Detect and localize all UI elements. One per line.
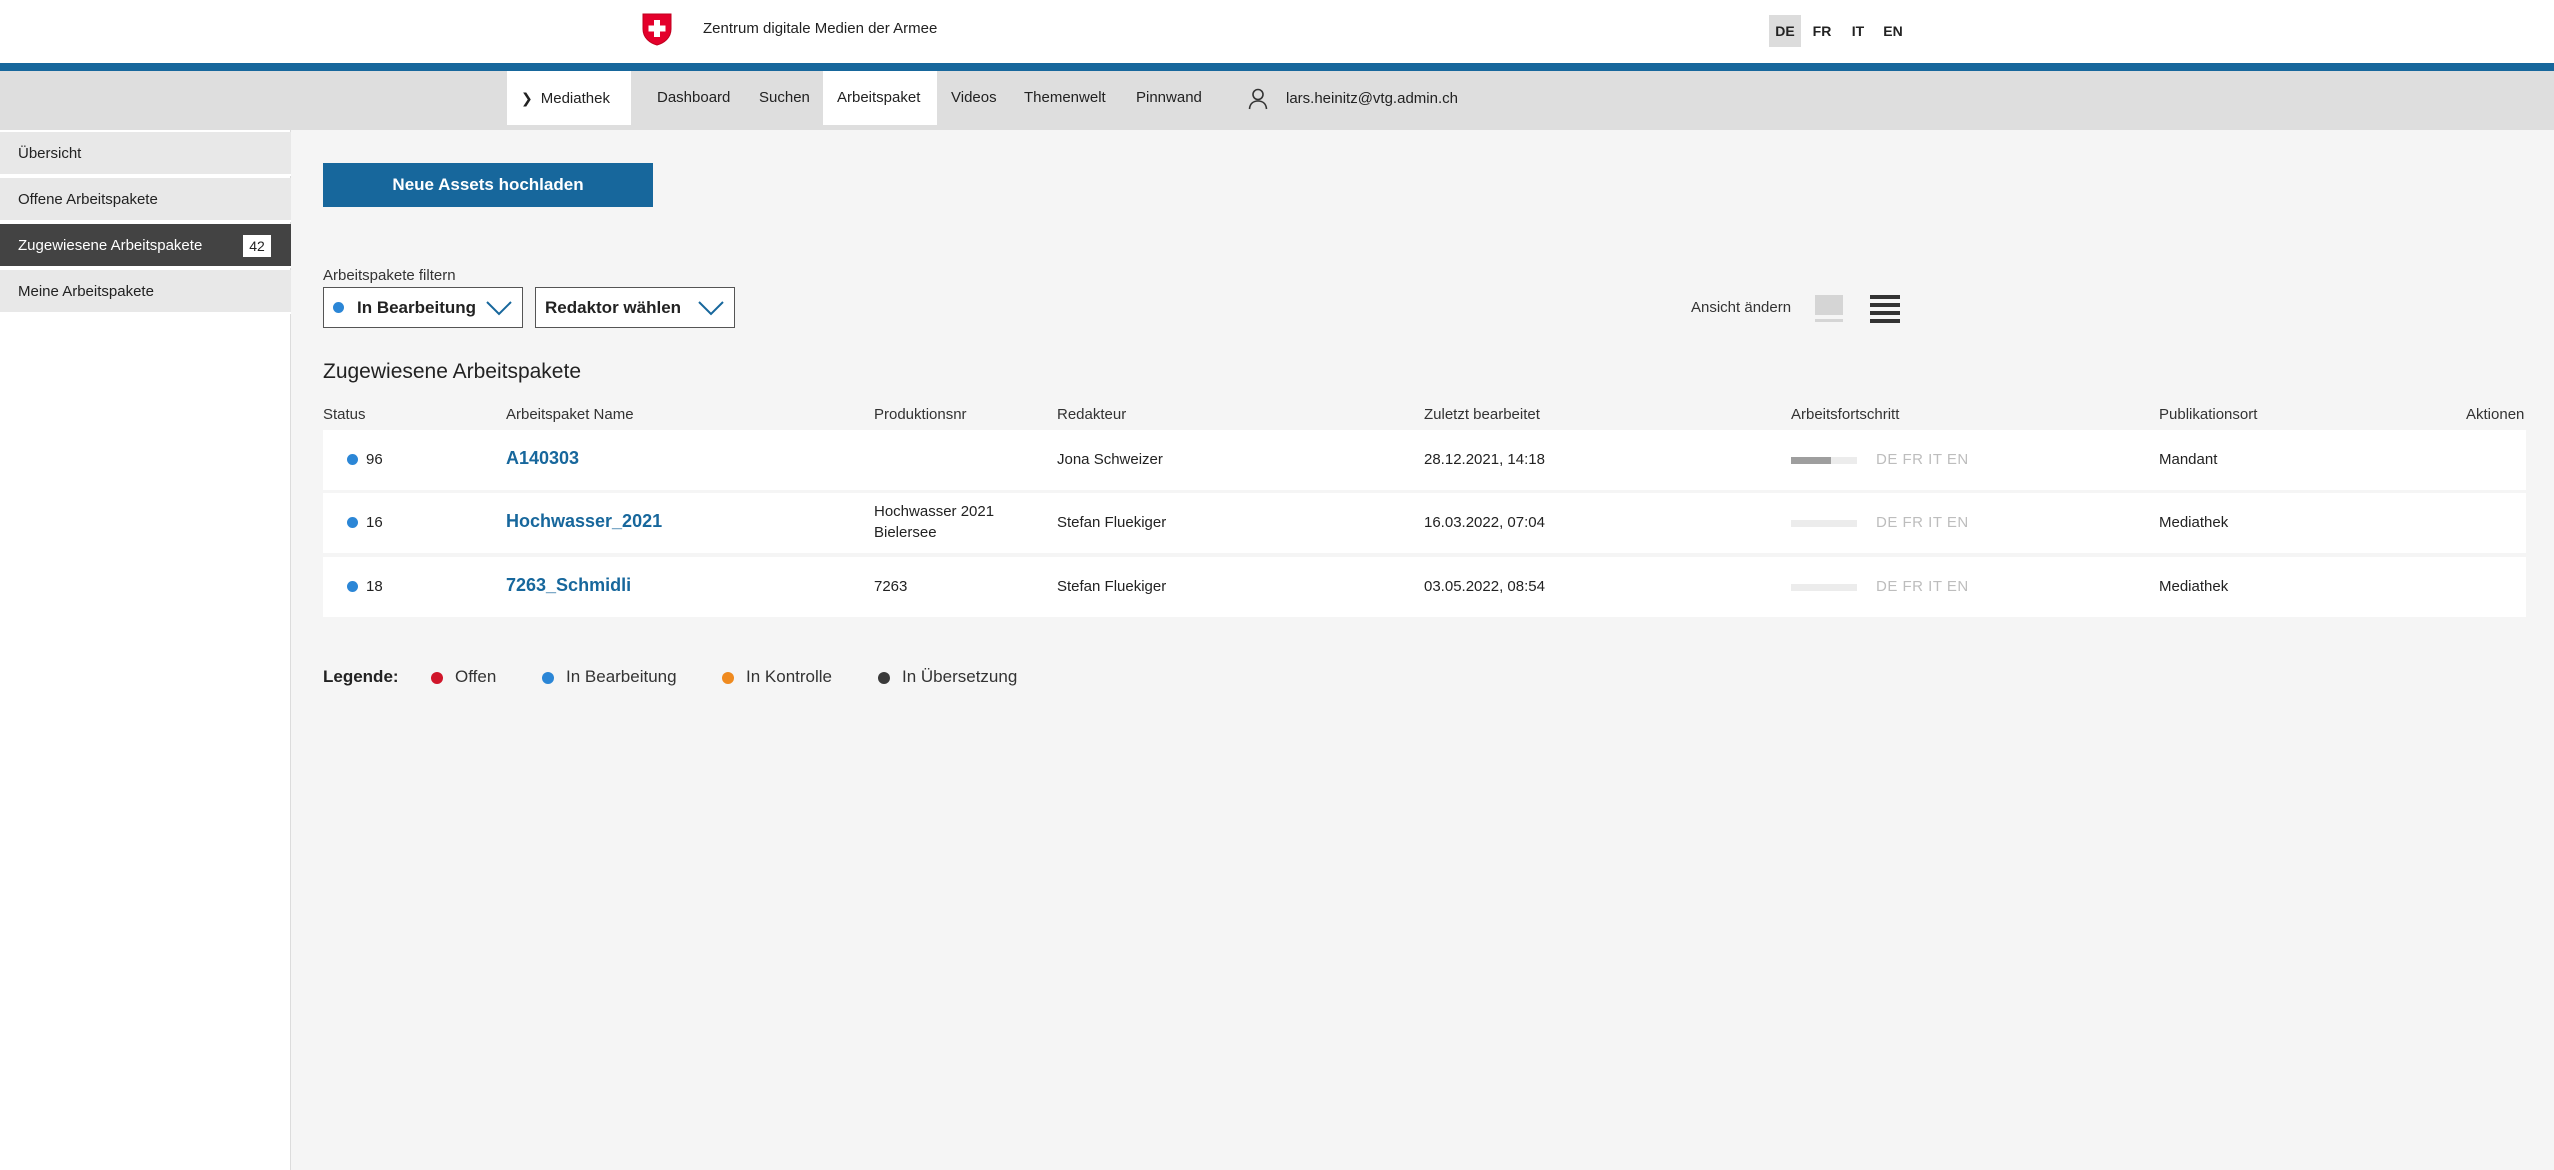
status-filter-value: In Bearbeitung — [357, 298, 477, 317]
filter-label: Arbeitspakete filtern — [323, 267, 456, 284]
status-count: 16 — [366, 514, 383, 531]
last-edited: 03.05.2022, 08:54 — [1424, 578, 1545, 595]
nav-suchen[interactable]: Suchen — [745, 71, 824, 125]
list-view-icon[interactable] — [1869, 294, 1901, 324]
sidebar-item-label: Übersicht — [18, 145, 82, 162]
nav-arbeitspaket[interactable]: Arbeitspaket — [823, 71, 937, 125]
view-toggle-label: Ansicht ändern — [1691, 299, 1792, 316]
upload-assets-button[interactable]: Neue Assets hochladen — [323, 163, 653, 207]
status-dot-icon — [431, 672, 443, 684]
count-badge: 42 — [243, 235, 271, 257]
swiss-coat-of-arms-icon — [642, 13, 672, 46]
section-title: Zugewiesene Arbeitspakete — [323, 360, 581, 383]
production-number-line2: Bielersee — [874, 524, 937, 541]
lang-fr[interactable]: FR — [1806, 15, 1838, 47]
column-header-redakteur[interactable]: Redakteur — [1057, 406, 1126, 423]
legend-label: In Übersetzung — [902, 667, 1018, 686]
column-header-aktionen: Aktionen — [2466, 406, 2525, 423]
top-header: Zentrum digitale Medien der Armee DE FR … — [0, 0, 2554, 63]
nav-videos[interactable]: Videos — [937, 71, 1011, 125]
editor-name: Stefan Fluekiger — [1057, 578, 1167, 595]
production-number: 7263 — [874, 578, 908, 595]
sidebar-item-label: Meine Arbeitspakete — [18, 283, 154, 300]
grid-view-icon[interactable] — [1814, 294, 1844, 324]
progress-bar — [1791, 520, 1857, 527]
editor-name: Stefan Fluekiger — [1057, 514, 1167, 531]
status-filter-select[interactable]: In Bearbeitung — [323, 287, 523, 328]
lang-de[interactable]: DE — [1769, 15, 1801, 47]
progress-bar — [1791, 457, 1857, 464]
status-dot-icon — [722, 672, 734, 684]
nav-dashboard[interactable]: Dashboard — [643, 71, 744, 125]
publication-place: Mediathek — [2159, 514, 2229, 531]
package-name-link[interactable]: A140303 — [506, 448, 579, 469]
user-icon — [1248, 88, 1268, 110]
status-dot-icon — [347, 581, 358, 592]
translation-languages: DE FR IT EN — [1876, 578, 1969, 595]
organisation-name[interactable]: Zentrum digitale Medien der Armee — [703, 20, 937, 37]
progress-bar — [1791, 584, 1857, 591]
sidebar-item-label: Offene Arbeitspakete — [18, 191, 158, 208]
legend-label: In Kontrolle — [746, 667, 832, 686]
sidebar-item-label: Zugewiesene Arbeitspakete — [18, 237, 203, 254]
column-header-status[interactable]: Status — [323, 406, 366, 423]
editor-filter-select[interactable]: Redaktor wählen — [535, 287, 735, 328]
column-header-name[interactable]: Arbeitspaket Name — [506, 406, 634, 423]
editor-filter-value: Redaktor wählen — [545, 298, 682, 317]
package-name-link[interactable]: 7263_Schmidli — [506, 575, 631, 596]
legend-label: In Bearbeitung — [566, 667, 677, 686]
package-name-link[interactable]: Hochwasser_2021 — [506, 511, 662, 532]
publication-place: Mandant — [2159, 451, 2218, 468]
sidebar-item-offene[interactable]: Offene Arbeitspakete — [0, 178, 291, 222]
status-dot-icon — [347, 517, 358, 528]
sidebar-item-zugewiesene[interactable]: Zugewiesene Arbeitspakete 42 — [0, 224, 291, 268]
legend-label: Offen — [455, 667, 497, 686]
table-row[interactable]: 16 Hochwasser_2021 Hochwasser 2021 Biele… — [323, 493, 2526, 553]
nav-pinnwand[interactable]: Pinnwand — [1122, 71, 1216, 125]
sidebar-item-uebersicht[interactable]: Übersicht — [0, 132, 291, 176]
status-count: 18 — [366, 578, 383, 595]
sidebar-item-meine[interactable]: Meine Arbeitspakete — [0, 270, 291, 314]
last-edited: 16.03.2022, 07:04 — [1424, 514, 1545, 531]
lang-it[interactable]: IT — [1842, 15, 1874, 47]
main-navigation: ❯ Mediathek Dashboard Suchen Arbeitspaket… — [0, 71, 2554, 130]
table-row[interactable]: 96 A140303 Jona Schweizer 28.12.2021, 14… — [323, 430, 2526, 490]
last-edited: 28.12.2021, 14:18 — [1424, 451, 1545, 468]
table-row[interactable]: 18 7263_Schmidli 7263 Stefan Fluekiger 0… — [323, 557, 2526, 617]
translation-languages: DE FR IT EN — [1876, 451, 1969, 468]
column-header-zuletzt[interactable]: Zuletzt bearbeitet — [1424, 406, 1540, 423]
brand-stripe — [0, 63, 2554, 71]
chevron-right-icon: ❯ — [521, 90, 533, 106]
production-number: Hochwasser 2021 — [874, 503, 995, 520]
sidebar: Übersicht Offene Arbeitspakete Zugewiese… — [0, 130, 291, 1170]
publication-place: Mediathek — [2159, 578, 2229, 595]
status-dot-icon — [347, 454, 358, 465]
nav-mediathek-label: Mediathek — [540, 90, 610, 107]
column-header-produktionsnr[interactable]: Produktionsnr — [874, 406, 967, 423]
nav-themenwelt[interactable]: Themenwelt — [1010, 71, 1120, 125]
nav-mediathek[interactable]: ❯ Mediathek — [507, 71, 631, 125]
status-dot-icon — [333, 302, 344, 313]
chevron-down-icon — [486, 301, 512, 316]
editor-name: Jona Schweizer — [1057, 451, 1163, 468]
chevron-down-icon — [698, 301, 724, 316]
status-count: 96 — [366, 451, 383, 468]
translation-languages: DE FR IT EN — [1876, 514, 1969, 531]
status-dot-icon — [542, 672, 554, 684]
status-dot-icon — [878, 672, 890, 684]
column-header-publikationsort[interactable]: Publikationsort — [2159, 406, 2257, 423]
column-header-fortschritt[interactable]: Arbeitsfortschritt — [1791, 406, 1899, 423]
user-email: lars.heinitz@vtg.admin.ch — [1286, 90, 1458, 107]
lang-en[interactable]: EN — [1877, 15, 1909, 47]
legend-title: Legende: — [323, 667, 399, 686]
